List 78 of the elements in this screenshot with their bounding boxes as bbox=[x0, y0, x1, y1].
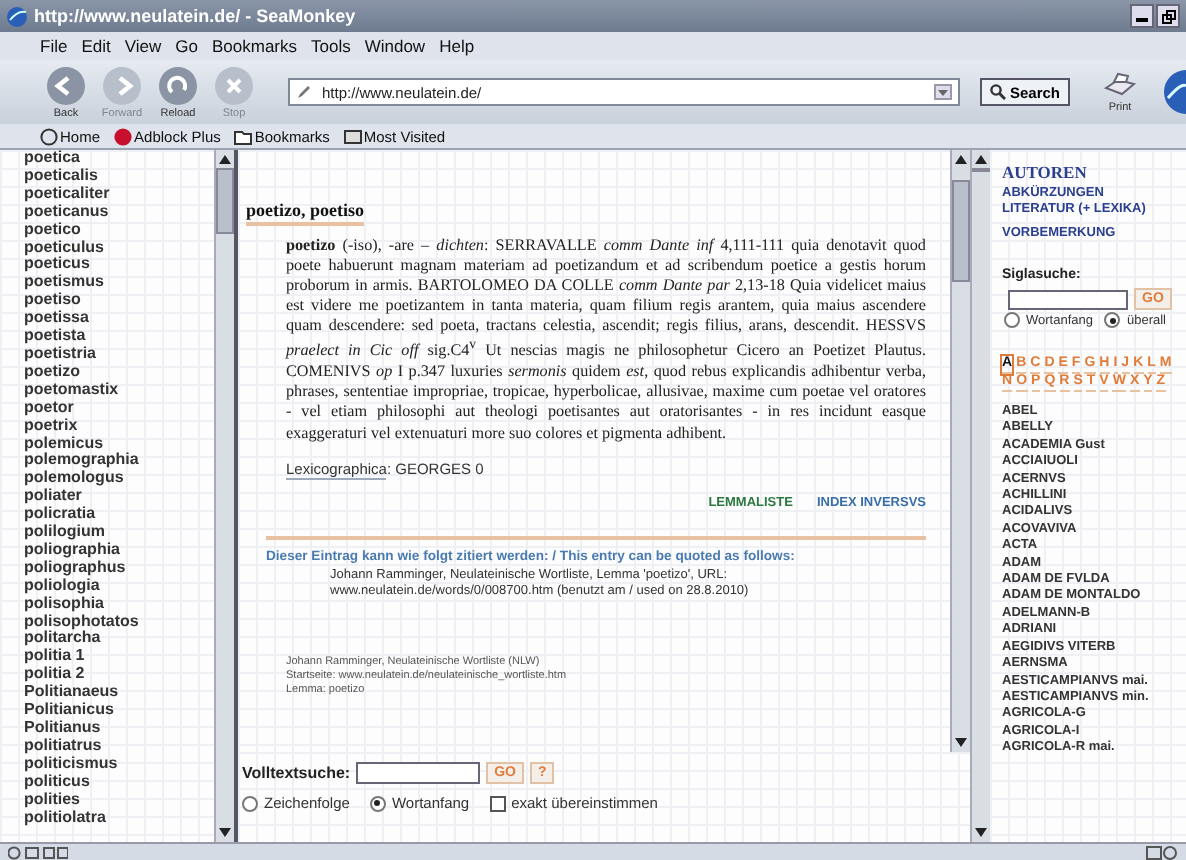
entry-heading: poetizo, poetiso bbox=[246, 200, 364, 226]
scrollbar[interactable] bbox=[214, 150, 234, 842]
word-link[interactable]: poliologia bbox=[24, 577, 214, 596]
word-link[interactable]: poliographus bbox=[24, 559, 214, 578]
down-arrow-icon bbox=[218, 826, 232, 840]
word-link[interactable]: polisophia bbox=[24, 595, 214, 614]
up-arrow-icon bbox=[218, 152, 232, 166]
word-link[interactable]: poetista bbox=[24, 328, 214, 346]
search-icon bbox=[989, 84, 1006, 100]
word-link[interactable]: politicus bbox=[24, 773, 214, 792]
word-link[interactable]: Politianicus bbox=[24, 702, 214, 720]
restore-icon bbox=[1161, 9, 1175, 23]
word-link[interactable]: poeticanus bbox=[24, 203, 214, 222]
menu-item[interactable]: Edit bbox=[81, 36, 111, 56]
word-link[interactable]: polities bbox=[24, 791, 214, 810]
word-link[interactable]: polisophotatos bbox=[24, 613, 214, 631]
word-link[interactable]: polemicus bbox=[24, 435, 214, 453]
scrollbar[interactable] bbox=[970, 150, 990, 842]
sigla-field[interactable] bbox=[1008, 289, 1128, 309]
scrollbar[interactable] bbox=[950, 150, 970, 752]
word-link[interactable]: politia 1 bbox=[24, 648, 214, 667]
menu-item[interactable]: View bbox=[124, 36, 162, 56]
word-link[interactable]: polemologus bbox=[24, 470, 214, 489]
word-link[interactable]: poetico bbox=[24, 221, 214, 240]
window-icon bbox=[343, 127, 362, 145]
word-link[interactable]: poetismus bbox=[24, 274, 214, 293]
menu-item[interactable]: Go bbox=[175, 36, 198, 56]
authors-link[interactable]: AUTOREN bbox=[1002, 162, 1087, 182]
globe-icon bbox=[6, 5, 28, 27]
window-title: http://www.neulatein.de/ - SeaMonkey bbox=[34, 6, 358, 26]
word-link[interactable]: poeticaliter bbox=[24, 185, 214, 204]
dropdown-icon bbox=[933, 84, 952, 100]
word-link[interactable]: poetrix bbox=[24, 417, 214, 435]
word-link[interactable]: politiatrus bbox=[24, 737, 214, 756]
radio-button[interactable] bbox=[1104, 312, 1121, 328]
word-link[interactable]: politia 2 bbox=[24, 666, 214, 685]
word-link[interactable]: poeticalis bbox=[24, 167, 214, 186]
word-link[interactable]: poetica bbox=[24, 150, 214, 168]
radio-button[interactable] bbox=[369, 795, 386, 811]
word-link[interactable]: Politianus bbox=[24, 720, 214, 738]
reload-icon bbox=[158, 65, 198, 105]
restore-button[interactable] bbox=[1156, 4, 1180, 28]
pencil-icon bbox=[296, 84, 312, 100]
word-link[interactable]: poliographia bbox=[24, 541, 214, 560]
radio-button[interactable] bbox=[242, 795, 258, 811]
word-link[interactable]: poeticulus bbox=[24, 239, 214, 257]
minimize-button[interactable] bbox=[1130, 4, 1154, 28]
word-link[interactable]: polemographia bbox=[24, 452, 214, 471]
menu-item[interactable]: Tools bbox=[311, 36, 351, 56]
word-link[interactable]: poetiso bbox=[24, 292, 214, 311]
menu-item[interactable]: Window bbox=[364, 36, 426, 56]
radio-button[interactable] bbox=[1004, 312, 1020, 328]
menu-item[interactable]: Bookmarks bbox=[211, 36, 297, 56]
menu-item[interactable]: File bbox=[40, 36, 68, 56]
home-icon bbox=[40, 127, 58, 145]
checkbox[interactable] bbox=[489, 795, 506, 811]
word-link[interactable]: politiolatra bbox=[24, 809, 214, 827]
word-link[interactable]: poeticus bbox=[24, 256, 214, 275]
word-link[interactable]: politicismus bbox=[24, 755, 214, 774]
throbber-icon bbox=[1158, 70, 1186, 114]
word-link[interactable]: poetizo bbox=[24, 363, 214, 382]
word-link[interactable]: poliater bbox=[24, 488, 214, 507]
word-link[interactable]: polilogium bbox=[24, 524, 214, 542]
down-arrow-icon bbox=[954, 736, 968, 750]
word-link[interactable]: poetistria bbox=[24, 345, 214, 364]
close-icon bbox=[214, 65, 254, 105]
word-link[interactable]: poetissa bbox=[24, 310, 214, 329]
search-field[interactable] bbox=[356, 762, 481, 784]
word-link[interactable]: poetomastix bbox=[24, 381, 214, 400]
entry-text: poetizo (-iso), -are – dichten: SERRAVALLE comm Dante inf 4,111-111 quia denotavit quod poete habuerunt magnam materiam ad poetizandum et ad scribendum poetice a gestis horum proborum in armis. BARTOLOMEO DA COLLE comm Dante par 2,13-18 Quia videlicet maius est videre me poetizantem in tanta materia, quam filium regis arantem, quia maius ascendere quam descendere: sed poeta, tractans celestia, ascendit; regis filius, arans, descendit. HESSVS praelect in Cic off sig.C4$^{v}$ Ut nescias magis ne philosophetur Cicero an Poetizet Plautus. COMENIVS op I p.347 luxuries sermonis quidem est, quod rebus explicandis adhibentur verba, phrases, sententiae impropriae, tropicae, hyperbolicae, allusivae, maxime cum poetae vel oratores - vel etiam philosophi aut theologi poetisantes aut oratorisantes - in res incidunt easque exaggeraturi vel extenuaturi more suo colores et pigmenta adhibent. bbox=[286, 236, 926, 444]
menu-item[interactable]: Help bbox=[439, 36, 475, 56]
word-link[interactable]: policratia bbox=[24, 506, 214, 525]
word-link[interactable]: politarcha bbox=[24, 630, 214, 649]
word-link[interactable]: poetor bbox=[24, 399, 214, 418]
status-icons bbox=[8, 845, 68, 859]
search-label: Volltextsuche: bbox=[242, 764, 351, 782]
word-link[interactable]: Politianaeus bbox=[24, 684, 214, 703]
down-arrow-icon bbox=[974, 826, 988, 840]
